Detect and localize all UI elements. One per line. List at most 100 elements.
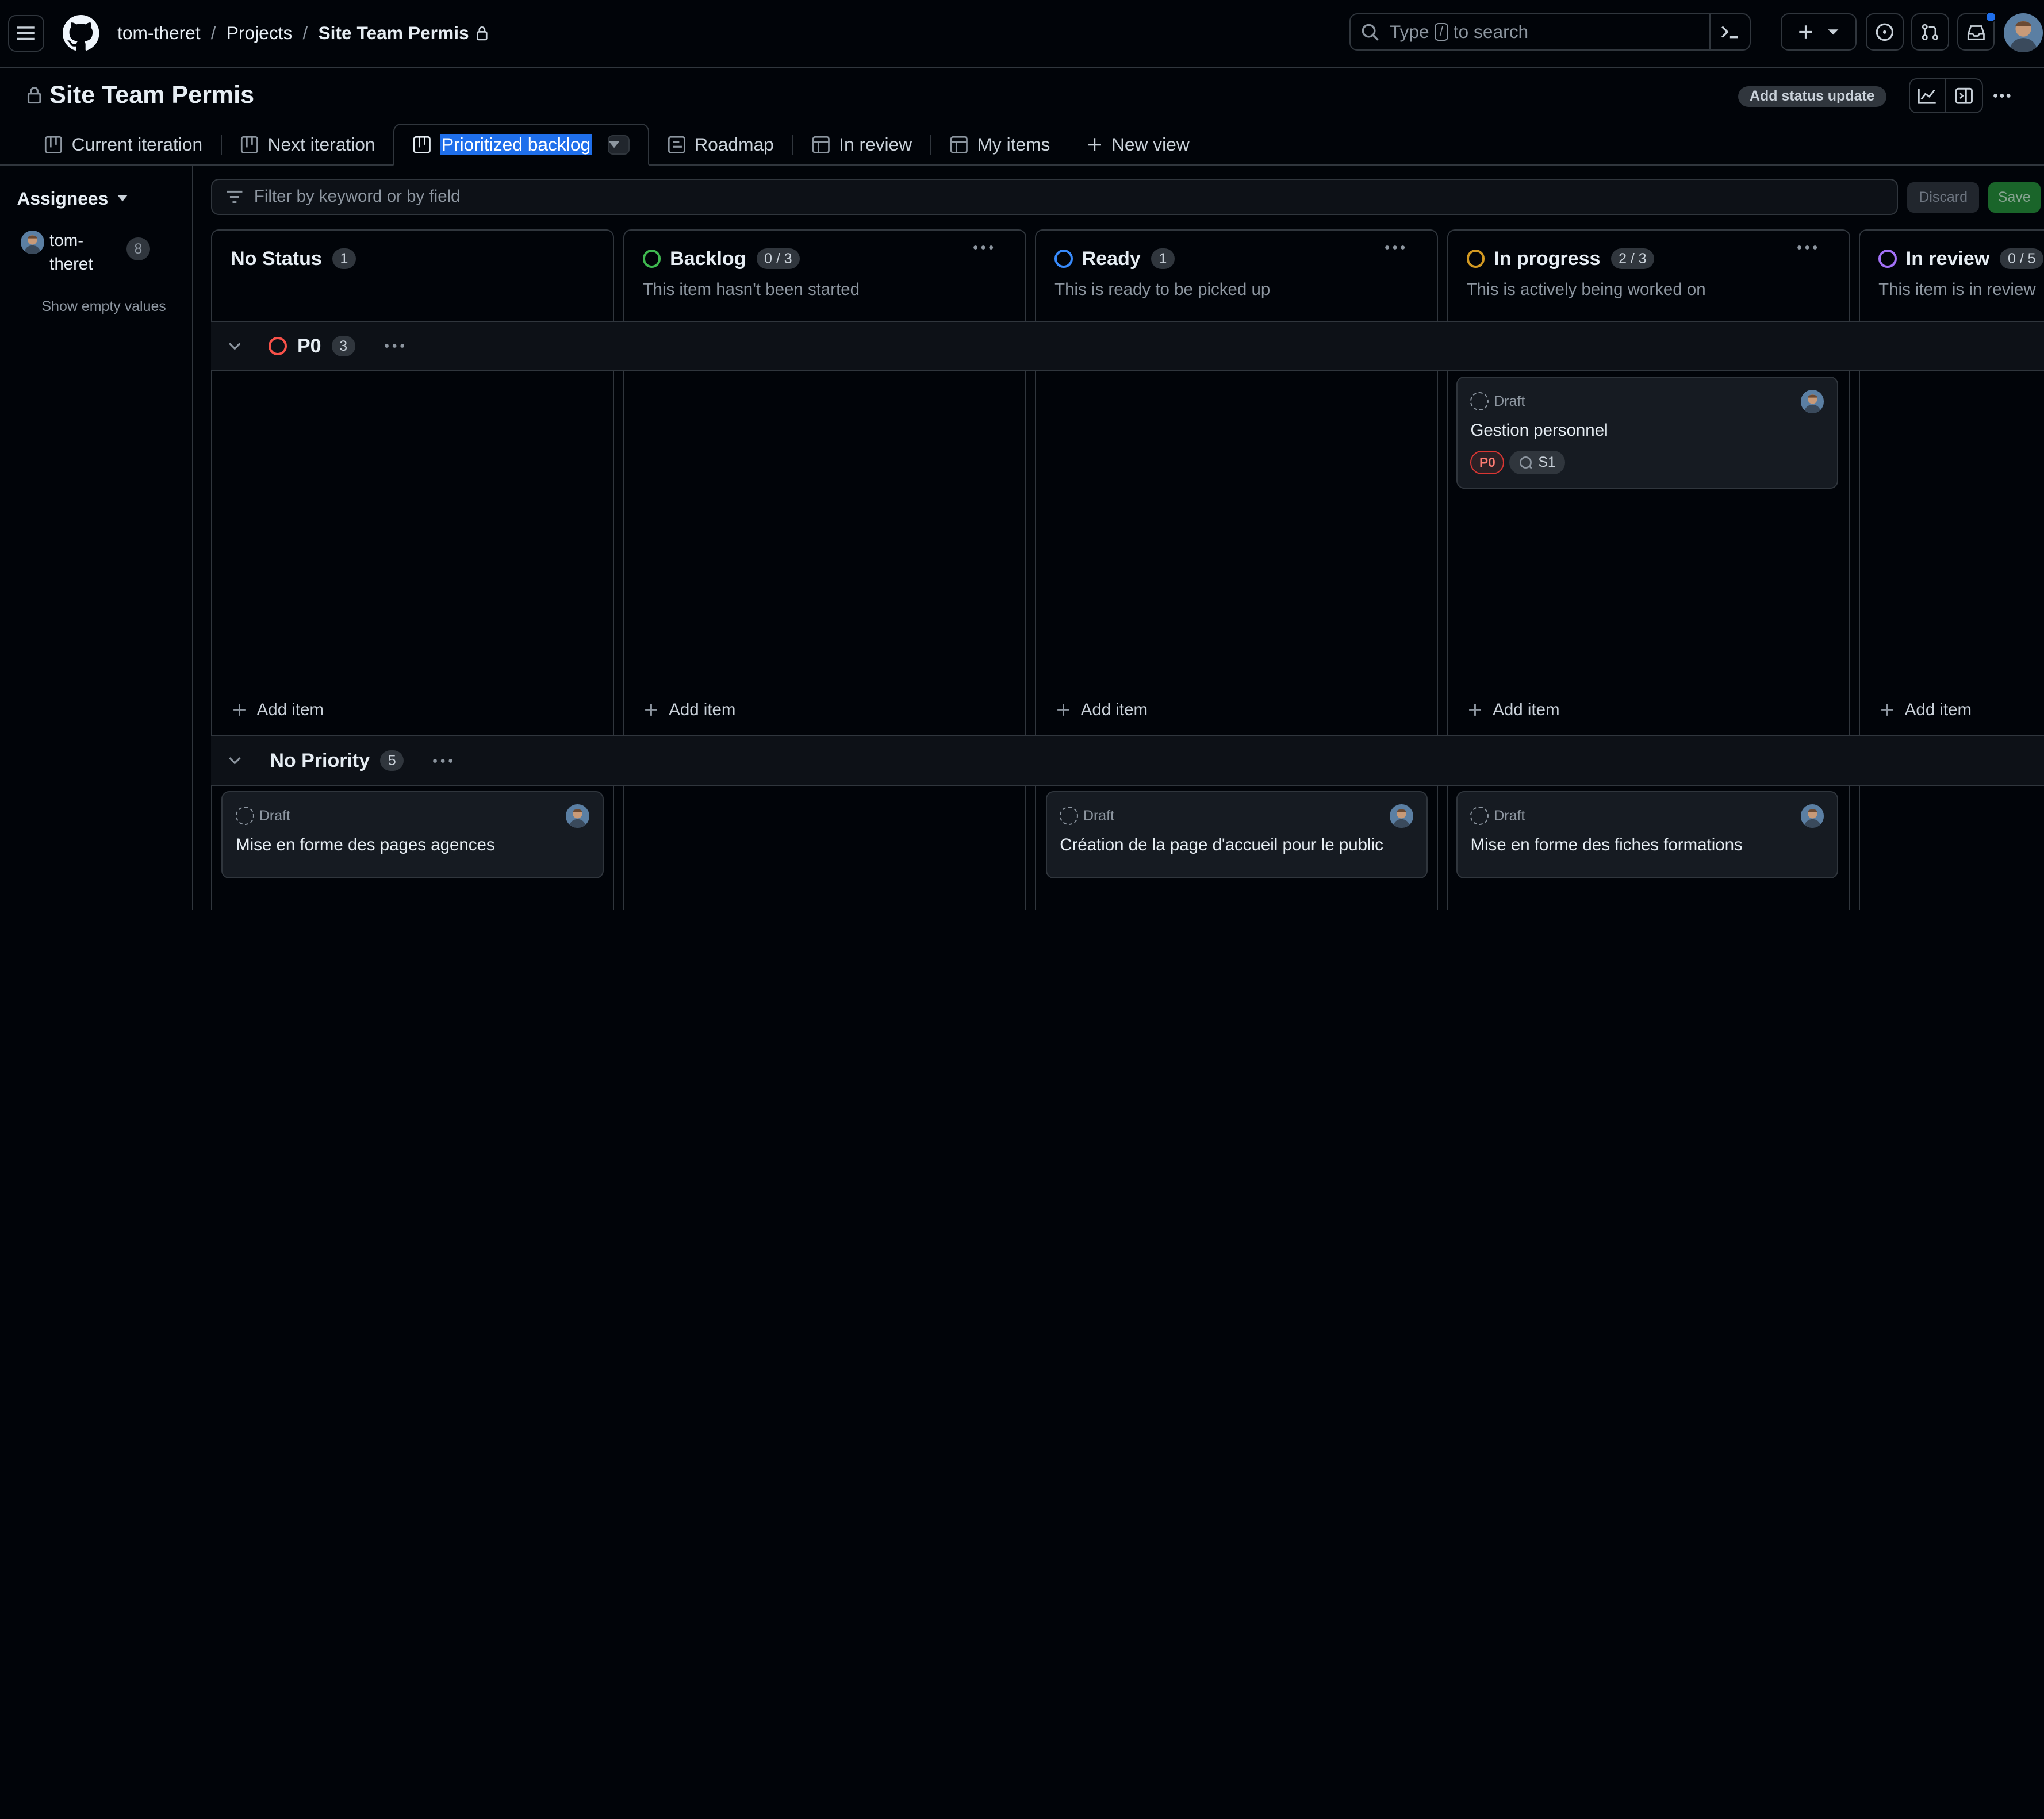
card-type: Draft [1494,393,1525,409]
draft-indicator: Draft [1470,392,1525,410]
filter-input[interactable]: Filter by keyword or by field [211,178,1899,216]
tab-label: My items [977,134,1050,155]
project-more-button[interactable] [1983,78,2021,113]
assignee-avatar[interactable] [566,804,590,828]
add-item-label: Add item [1080,700,1148,719]
add-item-button[interactable]: Add item [644,700,735,720]
avatar-image-icon [2004,13,2043,52]
card-type: Draft [1494,807,1525,824]
add-item-button[interactable]: Add item [1468,700,1560,720]
add-item-label: Add item [256,700,324,719]
status-circle-icon [642,250,661,268]
breadcrumb-owner[interactable]: tom-theret [117,22,201,44]
project-title-text: Site Team Permis [49,80,255,109]
collapse-group-button[interactable] [228,342,247,350]
column-title: No Status 1 [231,248,356,270]
draft-issue-icon [1470,392,1489,410]
card-title[interactable]: Mise en forme des pages agences [236,835,494,855]
tab-prioritized-backlog[interactable]: Prioritized backlog [393,124,649,166]
tab-next-iteration[interactable]: Next iteration [222,124,393,166]
assignee-avatar[interactable] [1800,804,1824,828]
column-title-text: No Status [231,247,322,270]
status-circle-icon [1054,250,1073,268]
group-count: 5 [380,750,404,772]
draft-issue-icon [236,807,254,826]
add-item-label: Add item [669,700,736,719]
tab-my-items[interactable]: My items [931,124,1068,166]
view-tabs: Current iteration Next iteration Priorit… [26,124,2044,166]
item-card[interactable]: Draft Création de la page d'accueil pour… [1045,791,1428,879]
item-card[interactable]: Draft Gestion personnel P0 S1 [1456,377,1839,489]
filter-icon [227,190,243,203]
add-item-button[interactable]: Add item [232,700,324,720]
pull-request-icon [1922,24,1939,40]
card-labels: P0 S1 [1470,451,1565,475]
draft-indicator: Draft [1060,807,1114,826]
draft-indicator: Draft [1470,807,1525,826]
breadcrumb-separator: / [210,22,216,44]
column-header: In progress 2 / 3 This is actively being… [1448,231,1849,322]
slice-sidebar: Assignees tom- theret 8 Show empty value… [0,165,193,910]
discard-button[interactable]: Discard [1907,182,1980,213]
column-menu-icon[interactable] [1385,245,1405,250]
board-icon [44,136,62,153]
command-palette-button[interactable] [1709,14,1739,50]
issues-button[interactable] [1865,13,1904,51]
add-item-button[interactable]: Add item [1056,700,1148,720]
item-card[interactable]: Draft Mise en forme des fiches formation… [1456,791,1839,879]
save-button[interactable]: Save [1988,182,2041,213]
kebab-horizontal-icon [384,344,404,348]
plus-icon [1469,704,1482,716]
tab-label: Next iteration [267,134,375,155]
avatar-image-icon [1800,804,1824,828]
card-title[interactable]: Création de la page d'accueil pour le pu… [1060,835,1383,855]
breadcrumb: tom-theret / Projects / Site Team Permis [117,22,489,44]
card-title[interactable]: Gestion personnel [1470,421,1608,440]
lock-icon [477,26,488,41]
project-actions [1908,78,2021,114]
search-input[interactable]: Type / to search [1349,13,1751,51]
column-title-text: Ready [1082,247,1141,270]
breadcrumb-projects[interactable]: Projects [227,22,293,44]
show-empty-values-link[interactable]: Show empty values [42,298,166,315]
add-item-button[interactable]: Add item [1880,700,1972,720]
tab-roadmap[interactable]: Roadmap [649,124,792,166]
breadcrumb-project[interactable]: Site Team Permis [318,22,469,44]
tab-current-iteration[interactable]: Current iteration [26,124,221,166]
column-title-text: In review [1905,247,1990,270]
user-avatar[interactable] [2004,13,2043,52]
draft-issue-icon [1470,807,1489,826]
table-icon [812,136,830,153]
group-menu-button[interactable] [432,758,453,763]
priority-label[interactable]: P0 [1470,451,1505,475]
column-header: Backlog 0 / 3 This item hasn't been star… [624,231,1025,322]
slice-field-label: Assignees [17,187,109,209]
priority-circle-icon [269,337,287,355]
new-view-button[interactable]: New view [1068,124,1207,166]
column-description: This is actively being worked on [1466,280,1706,300]
pull-requests-button[interactable] [1911,13,1949,51]
create-new-button[interactable] [1781,13,1857,51]
github-logo-icon[interactable] [62,15,99,51]
view-options-button[interactable] [607,135,630,155]
insights-button[interactable] [1908,78,1947,114]
group-menu-button[interactable] [384,343,405,348]
tab-label[interactable]: Prioritized backlog [440,134,592,156]
assignee-avatar[interactable] [1800,389,1824,413]
side-panel-button[interactable] [1945,78,1983,114]
collapse-group-button[interactable] [228,757,247,765]
card-title[interactable]: Mise en forme des fiches formations [1470,835,1742,855]
add-status-update-button[interactable]: Add status update [1738,86,1886,107]
slice-field-selector[interactable]: Assignees [17,188,128,209]
column-title: In review 0 / 5 [1878,247,2044,270]
slice-item-user[interactable]: tom- theret 8 [21,229,150,277]
column-menu-icon[interactable] [973,245,994,250]
menu-button[interactable] [7,15,45,52]
column-header: In review 0 / 5 This item is in review [1860,231,2044,322]
column-menu-icon[interactable] [1797,245,1817,250]
tab-in-review[interactable]: In review [793,124,930,166]
filter-placeholder: Filter by keyword or by field [254,187,461,206]
assignee-avatar[interactable] [1390,804,1414,828]
item-card[interactable]: Draft Mise en forme des pages agences [221,791,604,879]
iteration-label[interactable]: S1 [1509,451,1565,475]
